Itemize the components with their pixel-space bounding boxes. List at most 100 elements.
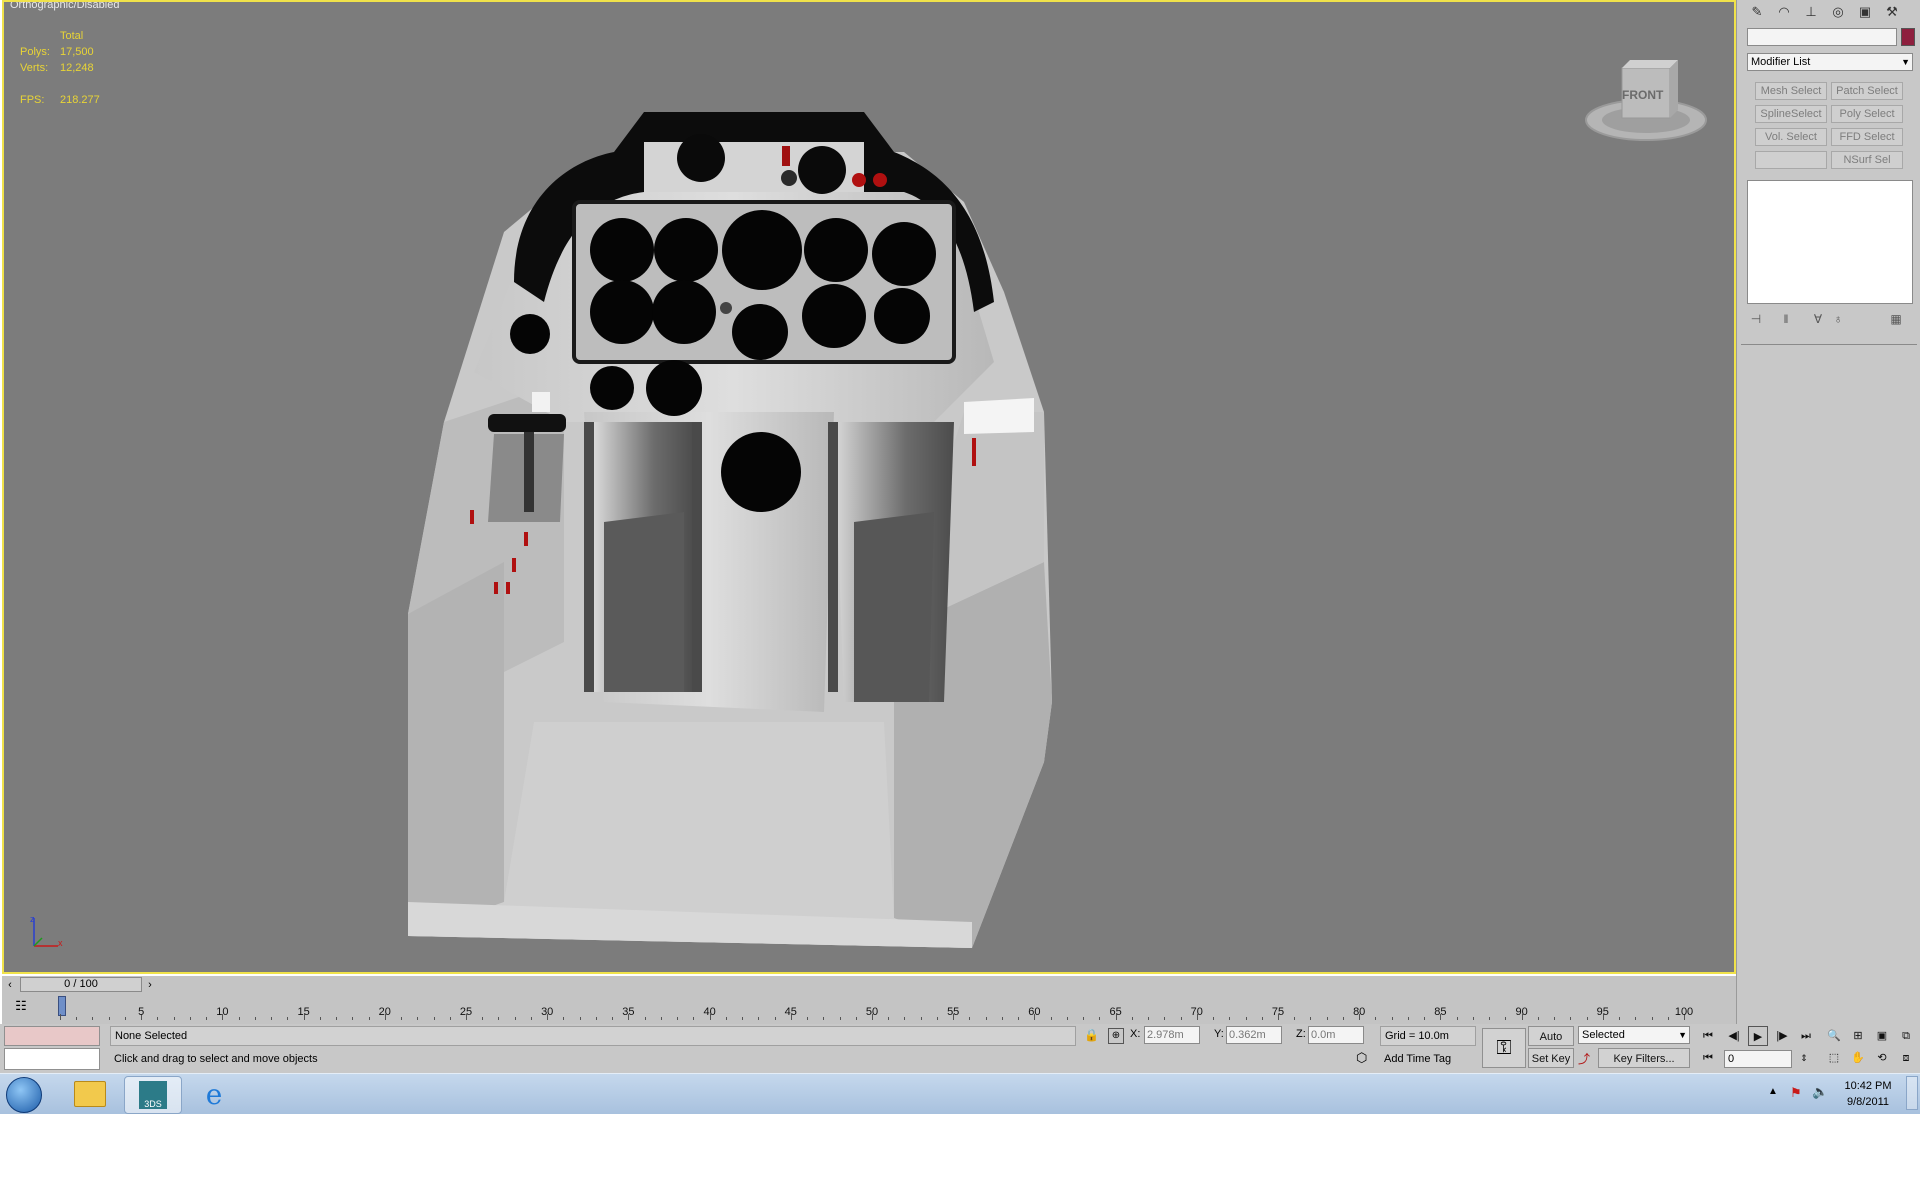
current-frame-field[interactable]: 0 [1724,1050,1792,1068]
cockpit-model[interactable] [4,2,1734,972]
clock-date[interactable]: 9/8/2011 [1838,1096,1898,1108]
next-frame-icon[interactable]: |▶ [1772,1026,1792,1046]
orbit-icon[interactable]: ⟲ [1872,1048,1892,1068]
utilities-tab-icon[interactable]: ⚒ [1882,2,1902,22]
key-mode-toggle-icon[interactable]: ⏮ [1698,1048,1718,1068]
clock-time[interactable]: 10:42 PM [1838,1080,1898,1092]
empty-modifier-button[interactable] [1755,151,1827,169]
play-icon[interactable]: ▶ [1748,1026,1768,1046]
frame-spinner-icon[interactable]: ⇕ [1794,1048,1814,1068]
go-to-end-icon[interactable]: ⏭ [1796,1026,1816,1046]
viewport-perspective[interactable]: Orthographic/Disabled Total Polys: 17,50… [2,0,1736,974]
hierarchy-tab-icon[interactable]: ⊥ [1801,2,1821,22]
modifier-stack-list[interactable] [1747,180,1913,304]
zoom-extents-icon[interactable]: ▣ [1872,1026,1892,1046]
frame-tick [1261,1017,1263,1020]
absolute-mode-icon[interactable]: ⊕ [1108,1028,1124,1044]
frame-tick [417,1017,419,1020]
motion-tab-icon[interactable]: ◎ [1828,2,1848,22]
frame-tick [92,1017,94,1020]
display-tab-icon[interactable]: ▣ [1855,2,1875,22]
frame-tick [1083,1017,1085,1020]
show-desktop-button[interactable] [1906,1076,1918,1110]
frame-tick [1424,1017,1426,1020]
zoom-all-icon[interactable]: ⊞ [1848,1026,1868,1046]
modifier-list-label: Modifier List [1751,56,1811,68]
mesh-select-button[interactable]: Mesh Select [1755,82,1827,100]
create-tab-icon[interactable]: ✎ [1747,2,1767,22]
ie-task-icon[interactable]: e [186,1076,242,1112]
show-end-result-icon[interactable]: ‖ [1777,310,1795,328]
vol-select-button[interactable]: Vol. Select [1755,128,1827,146]
frame-tick [1310,1017,1312,1020]
go-to-start-icon[interactable]: ⏮ [1698,1026,1718,1046]
frame-tick [677,1017,679,1020]
frame-tick [1180,1017,1182,1020]
frame-tick [612,1017,614,1020]
pan-view-icon[interactable]: ✋ [1848,1048,1868,1068]
show-hidden-icons-icon[interactable]: ▲ [1768,1086,1778,1097]
previous-frame-icon[interactable]: ◀| [1724,1026,1744,1046]
poly-select-button[interactable]: Poly Select [1831,105,1903,123]
modify-tab-icon[interactable]: ◠ [1774,2,1794,22]
start-button[interactable] [6,1077,42,1113]
patch-select-button[interactable]: Patch Select [1831,82,1903,100]
frame-tick [969,1017,971,1020]
spline-select-button[interactable]: SplineSelect [1755,105,1827,123]
zoom-extents-all-icon[interactable]: ⧉ [1896,1026,1916,1046]
lock-icon[interactable]: 🔒 [1084,1028,1099,1042]
frame-tick [1472,1017,1474,1020]
time-next-icon[interactable]: › [144,978,156,992]
maxscript-listener-mini[interactable] [4,1026,100,1046]
frame-tick [1066,1017,1068,1020]
pin-stack-icon[interactable]: ⊣ [1747,310,1765,328]
viewcube-label[interactable]: FRONT [1622,88,1663,102]
remove-modifier-icon[interactable]: ♁ [1829,310,1847,328]
frame-tick-label: 70 [1190,1006,1203,1018]
frame-tick [254,1017,256,1020]
time-tag-icon[interactable]: ⬡ [1356,1050,1367,1066]
nsurf-sel-button[interactable]: NSurf Sel [1831,151,1903,169]
auto-key-button[interactable]: Auto Key [1528,1026,1574,1063]
explorer-task-icon[interactable] [62,1076,118,1112]
maximize-viewport-icon[interactable]: ⧈ [1896,1048,1916,1068]
z-coordinate-field[interactable]: 0.0m [1308,1026,1364,1044]
object-color-swatch[interactable] [1901,28,1915,46]
frame-tick [855,1017,857,1020]
zoom-region-icon[interactable]: ⬚ [1824,1048,1844,1068]
volume-icon[interactable]: 🔈 [1812,1084,1828,1100]
x-coordinate-field[interactable]: 2.978m [1144,1026,1200,1044]
key-filters-button[interactable]: Key Filters... [1598,1048,1690,1068]
set-key-mode-key-icon[interactable]: ⚿ [1482,1028,1526,1068]
frame-tick [579,1017,581,1020]
configure-modifier-sets-icon[interactable]: ▦ [1887,310,1905,328]
frame-tick [1164,1017,1166,1020]
prompt-line: Click and drag to select and move object… [114,1053,318,1065]
key-mode-dropdown[interactable]: Selected ▼ [1578,1026,1690,1044]
folder-icon [74,1081,106,1107]
frame-tick [271,1017,273,1020]
maxscript-input[interactable] [4,1048,100,1070]
track-bar[interactable]: ☷ 5 10 15 20 25 30 35 40 45 50 55 60 65 70 75 80 85 90 95 1… [2,994,1736,1024]
frame-tick [238,1017,240,1020]
frame-tick [1213,1017,1215,1020]
set-key-button[interactable]: Set Key [1528,1048,1574,1068]
frame-tick [1554,1017,1556,1020]
add-time-tag-button[interactable]: Add Time Tag [1380,1048,1480,1070]
action-center-flag-icon[interactable]: ⚑ [1790,1085,1802,1101]
zoom-icon[interactable]: 🔍 [1824,1026,1844,1046]
object-name-field[interactable] [1747,28,1897,46]
ffd-select-button[interactable]: FFD Select [1831,128,1903,146]
3dsmax-task-icon[interactable]: 3DS [124,1076,182,1114]
frame-tick-label: 35 [622,1006,635,1018]
modifier-list-dropdown[interactable]: Modifier List ▼ [1747,53,1913,71]
time-slider[interactable]: ‹ 0 / 100 › [2,976,1736,994]
frame-tick-label: 55 [947,1006,960,1018]
y-coordinate-field[interactable]: 0.362m [1226,1026,1282,1044]
frame-tick [774,1017,776,1020]
time-slider-thumb[interactable]: 0 / 100 [20,977,142,992]
make-unique-icon[interactable]: ∀ [1809,310,1827,328]
mini-curve-editor-icon[interactable]: ☷ [12,998,30,1016]
time-prev-icon[interactable]: ‹ [4,978,16,992]
default-in-out-tangents-icon[interactable]: ⤴ [1578,1050,1590,1067]
